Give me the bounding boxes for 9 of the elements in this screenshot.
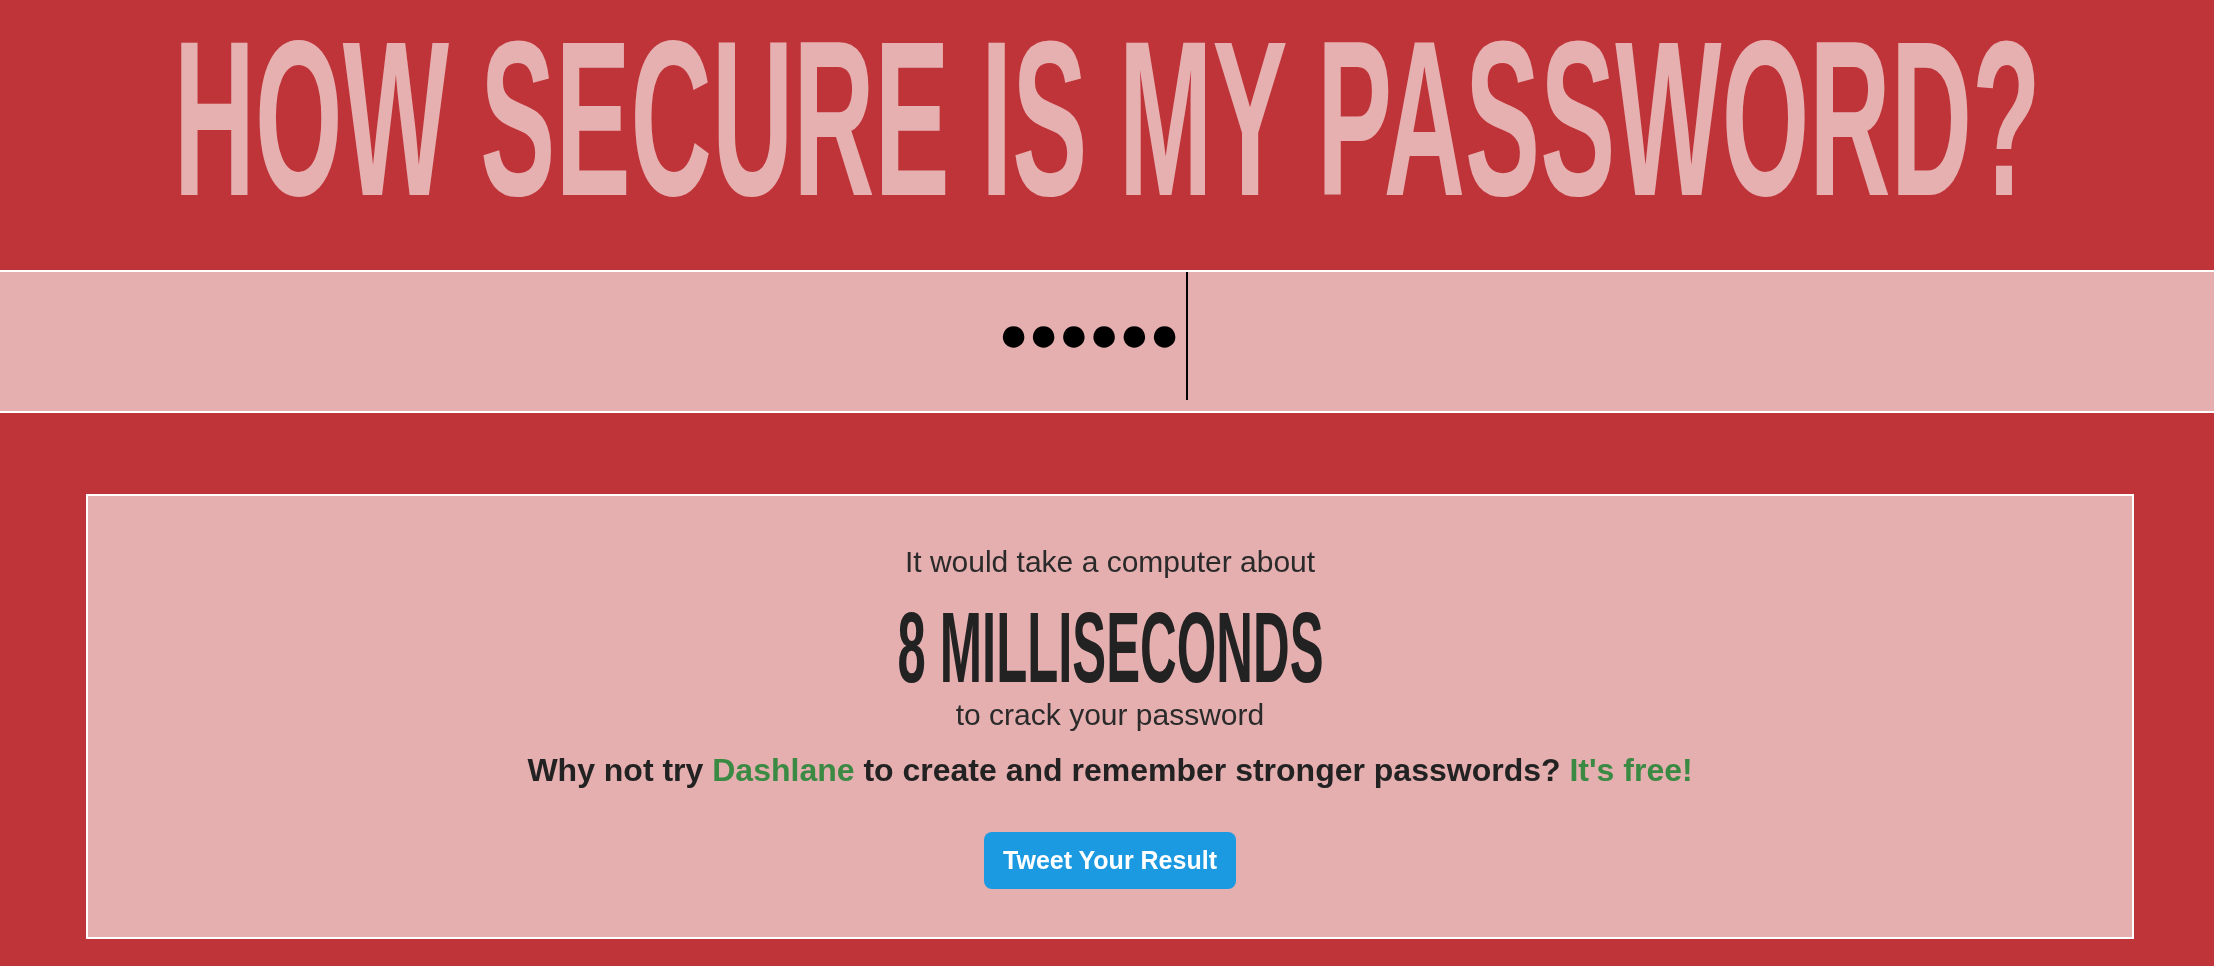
crack-time: 8 MILLISECONDS bbox=[896, 597, 1324, 697]
promo-text: Why not try Dashlane to create and remember stronger passwords? It's free! bbox=[527, 751, 1693, 790]
promo-link[interactable]: It's free! bbox=[1569, 752, 1693, 788]
password-field[interactable]: ●●●●●● bbox=[0, 270, 2214, 413]
tweet-button[interactable]: Tweet Your Result bbox=[984, 832, 1236, 889]
promo-link[interactable]: Dashlane bbox=[712, 752, 855, 788]
outro-text: to crack your password bbox=[955, 697, 1265, 733]
page-title: HOW SECURE IS MY PASSWORD? bbox=[173, 9, 2041, 229]
intro-text: It would take a computer about bbox=[904, 544, 1316, 580]
